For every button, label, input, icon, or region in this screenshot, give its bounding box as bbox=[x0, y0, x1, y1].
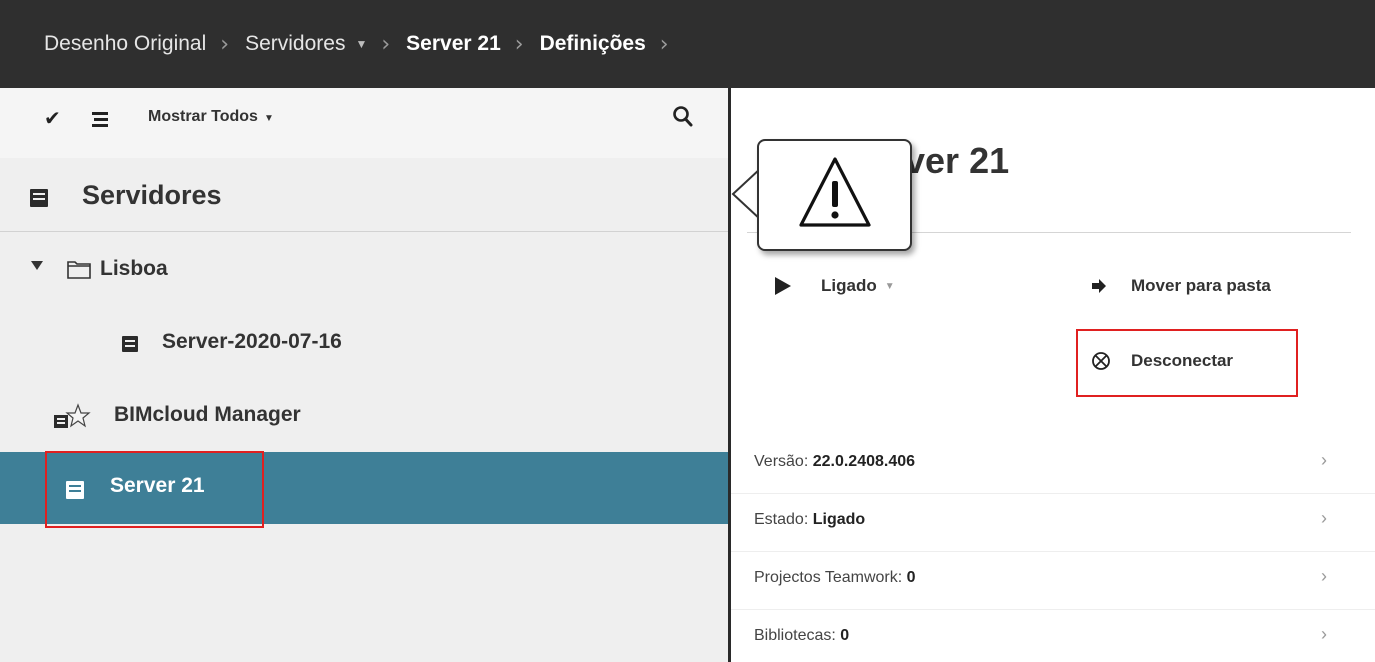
chevron-right-icon: › bbox=[1321, 508, 1327, 528]
expand-triangle-icon[interactable] bbox=[31, 261, 43, 270]
search-icon[interactable] bbox=[672, 104, 694, 130]
server-icon bbox=[30, 189, 48, 207]
info-row-version[interactable]: Versão: 22.0.2408.406 › bbox=[731, 436, 1375, 494]
chevron-right-icon: › bbox=[1321, 624, 1327, 644]
dropdown-caret-icon[interactable]: ▼ bbox=[355, 37, 367, 51]
breadcrumb-label: Definições bbox=[539, 32, 646, 55]
list-toolbar: ✔ Mostrar Todos ▼ bbox=[0, 88, 728, 158]
breadcrumb-separator-icon: › bbox=[220, 31, 230, 57]
manager-icon bbox=[54, 403, 91, 428]
warning-icon bbox=[799, 157, 871, 227]
move-to-folder-button[interactable]: Mover para pasta bbox=[1091, 276, 1271, 296]
status-dropdown[interactable]: Ligado ▼ bbox=[775, 276, 895, 296]
chevron-right-icon: › bbox=[1321, 566, 1327, 586]
show-all-dropdown[interactable]: Mostrar Todos ▼ bbox=[148, 108, 274, 126]
list-icon[interactable] bbox=[92, 112, 108, 130]
server-list-panel: ✔ Mostrar Todos ▼ Servidores Lisboa Serve… bbox=[0, 88, 728, 662]
info-text: Estado: Ligado bbox=[754, 511, 866, 528]
status-label: Ligado bbox=[821, 276, 877, 295]
tree-item-label: Lisboa bbox=[100, 257, 168, 280]
breadcrumb-item-servidores[interactable]: Servidores ▼ › bbox=[245, 32, 406, 57]
checkmark-icon[interactable]: ✔ bbox=[44, 106, 61, 131]
breadcrumb-label: Server 21 bbox=[406, 32, 501, 55]
highlight-box-disconnect bbox=[1076, 329, 1298, 397]
info-row-status[interactable]: Estado: Ligado › bbox=[731, 494, 1375, 552]
tree-item-server-2020-07-16[interactable]: Server-2020-07-16 bbox=[0, 306, 728, 378]
chevron-down-icon: ▼ bbox=[263, 113, 274, 124]
chevron-right-icon: › bbox=[1321, 450, 1327, 470]
tree-item-lisboa[interactable]: Lisboa bbox=[0, 233, 728, 305]
breadcrumb-label: Desenho Original bbox=[44, 32, 207, 55]
show-all-label: Mostrar Todos bbox=[148, 108, 258, 125]
tree-item-label: Server-2020-07-16 bbox=[162, 330, 342, 353]
chevron-down-icon: ▼ bbox=[884, 280, 895, 292]
breadcrumb-item-definicoes[interactable]: Definições › bbox=[540, 32, 685, 57]
breadcrumb-separator-icon: › bbox=[381, 31, 391, 57]
move-label: Mover para pasta bbox=[1131, 276, 1271, 295]
server-icon bbox=[122, 336, 138, 352]
info-text: Bibliotecas: 0 bbox=[754, 627, 850, 644]
breadcrumb-item-desenho-original[interactable]: Desenho Original › bbox=[44, 32, 245, 57]
servers-heading: Servidores bbox=[0, 158, 728, 232]
warning-callout bbox=[757, 139, 912, 251]
folder-icon bbox=[67, 261, 91, 279]
info-row-libraries[interactable]: Bibliotecas: 0 › bbox=[731, 610, 1375, 662]
play-icon bbox=[775, 277, 791, 295]
breadcrumb-separator-icon: › bbox=[659, 31, 669, 57]
page-title: Servidores bbox=[82, 180, 222, 210]
info-row-teamwork-projects[interactable]: Projectos Teamwork: 0 › bbox=[731, 552, 1375, 610]
tree-item-bimcloud-manager[interactable]: BIMcloud Manager bbox=[0, 379, 728, 451]
tree-item-label: BIMcloud Manager bbox=[114, 403, 301, 426]
info-text: Versão: 22.0.2408.406 bbox=[754, 453, 916, 470]
breadcrumb-label: Servidores bbox=[245, 32, 346, 55]
breadcrumb-separator-icon: › bbox=[514, 31, 524, 57]
info-text: Projectos Teamwork: 0 bbox=[754, 569, 916, 586]
arrow-right-icon bbox=[1092, 279, 1106, 293]
breadcrumb: Desenho Original › Servidores ▼ › Server… bbox=[0, 0, 1375, 88]
breadcrumb-item-server-21[interactable]: Server 21 › bbox=[406, 32, 539, 57]
highlight-box-server-21 bbox=[45, 451, 264, 528]
